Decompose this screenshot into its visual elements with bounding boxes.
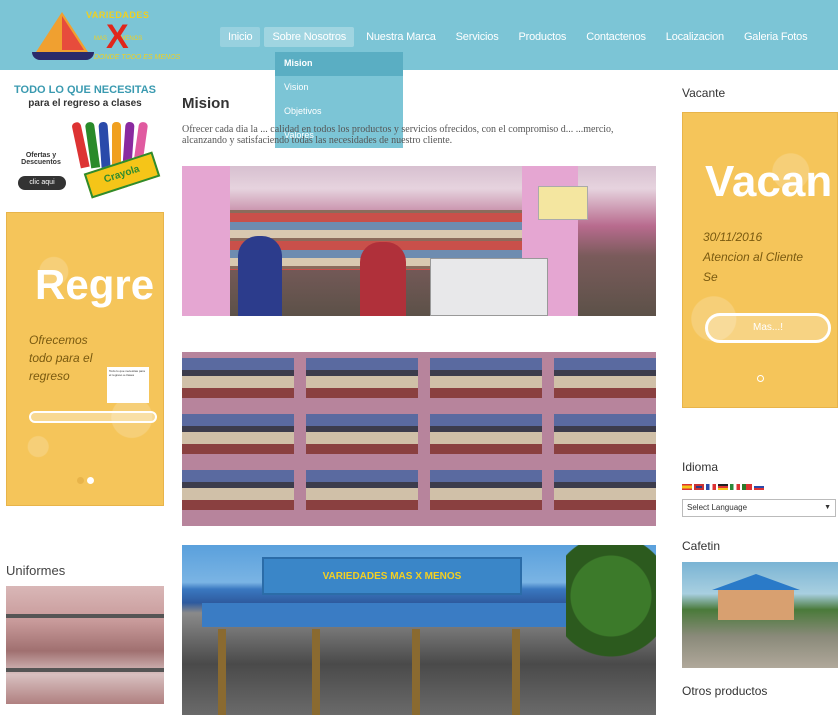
nav-contactenos[interactable]: Contactenos bbox=[578, 27, 654, 47]
uniformes-heading: Uniformes bbox=[6, 563, 66, 578]
otros-productos-heading: Otros productos bbox=[682, 684, 768, 698]
dropdown-item-objetivos[interactable]: Objetivos bbox=[275, 100, 403, 124]
nav-productos[interactable]: Productos bbox=[511, 27, 575, 47]
crayon-icon bbox=[98, 121, 111, 169]
logo-tagline: DONDE TODO ES MENOS bbox=[94, 54, 181, 61]
left-slider[interactable]: Regre Ofrecemos todo para el regreso Tod… bbox=[6, 212, 164, 506]
fr-flag-icon[interactable] bbox=[706, 484, 716, 490]
boat-icon bbox=[32, 52, 94, 60]
slider-text: 30/11/2016 Atencion al Cliente Se bbox=[703, 227, 813, 287]
chevron-down-icon: ▼ bbox=[824, 504, 831, 511]
slider-text: Ofrecemos todo para el regreso bbox=[29, 333, 93, 383]
slider-date: 30/11/2016 bbox=[703, 230, 763, 244]
crayons-image: Crayola bbox=[68, 114, 164, 199]
nav-inicio[interactable]: Inicio bbox=[220, 27, 261, 47]
store-interior-photo bbox=[182, 166, 656, 316]
gb-flag-icon[interactable] bbox=[694, 484, 704, 490]
main-nav: Inicio Sobre Nosotros Nuestra Marca Serv… bbox=[220, 27, 819, 47]
mas-button[interactable]: Mas...! bbox=[705, 313, 831, 343]
slider-thumbnail: Todo lo que necesitas para el regreso a … bbox=[107, 367, 149, 403]
nav-galeria-fotos[interactable]: Galeria Fotos bbox=[736, 27, 815, 47]
slider-button[interactable] bbox=[29, 411, 157, 423]
slider-dots bbox=[757, 375, 764, 382]
promo-click-button[interactable]: clic aqui bbox=[18, 176, 66, 190]
uniformes-image[interactable] bbox=[6, 586, 164, 704]
promo-title: TODO LO QUE NECESITAS bbox=[14, 84, 156, 96]
dropdown-item-mision[interactable]: Mision bbox=[275, 52, 403, 76]
customer-figure bbox=[360, 242, 406, 316]
de-flag-icon[interactable] bbox=[718, 484, 728, 490]
pt-flag-icon[interactable] bbox=[742, 484, 752, 490]
promo-subtitle: para el regreso a clases bbox=[28, 98, 142, 109]
kiosk-body bbox=[718, 590, 794, 620]
slider-headline: Vacan bbox=[705, 157, 833, 206]
shelf-line bbox=[6, 614, 164, 618]
tree bbox=[566, 545, 656, 715]
post bbox=[218, 629, 226, 715]
nav-localizacion[interactable]: Localizacion bbox=[658, 27, 732, 47]
slider-description: Atencion al Cliente Se bbox=[703, 250, 804, 284]
customer-figure bbox=[238, 236, 282, 316]
nav-sobre-nosotros[interactable]: Sobre Nosotros bbox=[264, 27, 355, 47]
logo-x-mark: X bbox=[106, 18, 129, 56]
cafetin-photo[interactable] bbox=[682, 562, 838, 668]
ru-flag-icon[interactable] bbox=[754, 484, 764, 490]
shelf-line bbox=[6, 668, 164, 672]
copier-machine bbox=[430, 258, 548, 316]
storefront-sign: VARIEDADES MAS X MENOS bbox=[262, 557, 522, 595]
vacante-heading: Vacante bbox=[682, 86, 726, 100]
wall-poster bbox=[538, 186, 588, 220]
post bbox=[412, 629, 420, 715]
post bbox=[512, 629, 520, 715]
sail-icon bbox=[62, 16, 84, 50]
back-to-school-promo[interactable]: TODO LO QUE NECESITAS para el regreso a … bbox=[6, 84, 164, 202]
vacante-slider[interactable]: Vacan 30/11/2016 Atencion al Cliente Se … bbox=[682, 112, 838, 408]
slider-dot[interactable] bbox=[757, 375, 764, 382]
slider-dot[interactable] bbox=[87, 477, 94, 484]
nav-servicios[interactable]: Servicios bbox=[448, 27, 507, 47]
language-select-value: Select Language bbox=[687, 503, 748, 512]
slider-dots bbox=[77, 477, 94, 484]
language-flags bbox=[682, 484, 764, 490]
store-shelves-photo bbox=[182, 352, 656, 526]
nav-nuestra-marca[interactable]: Nuestra Marca bbox=[358, 27, 444, 47]
site-logo[interactable]: VARIEDADES MAS MENOS X DONDE TODO ES MEN… bbox=[28, 6, 198, 66]
language-select[interactable]: Select Language ▼ bbox=[682, 499, 836, 517]
dropdown-item-vision[interactable]: Vision bbox=[275, 76, 403, 100]
promo-offers-text: Ofertas y Descuentos bbox=[21, 152, 61, 166]
idioma-heading: Idioma bbox=[682, 460, 719, 474]
storefront-sign-text: VARIEDADES MAS X MENOS bbox=[322, 571, 462, 582]
page-title: Mision bbox=[182, 95, 230, 112]
slider-dot-active[interactable] bbox=[77, 477, 84, 484]
cafetin-heading: Cafetin bbox=[682, 539, 721, 553]
slider-headline: Regre bbox=[35, 261, 155, 308]
site-header: VARIEDADES MAS MENOS X DONDE TODO ES MEN… bbox=[0, 0, 838, 70]
pillar bbox=[182, 166, 230, 316]
kiosk-roof bbox=[712, 574, 800, 590]
it-flag-icon[interactable] bbox=[730, 484, 740, 490]
shelf-rows bbox=[182, 352, 656, 526]
storefront-photo: VARIEDADES MAS X MENOS bbox=[182, 545, 656, 715]
es-flag-icon[interactable] bbox=[682, 484, 692, 490]
post bbox=[312, 629, 320, 715]
mision-text: Ofrecer cada dia la ... calidad en todos… bbox=[182, 124, 614, 146]
